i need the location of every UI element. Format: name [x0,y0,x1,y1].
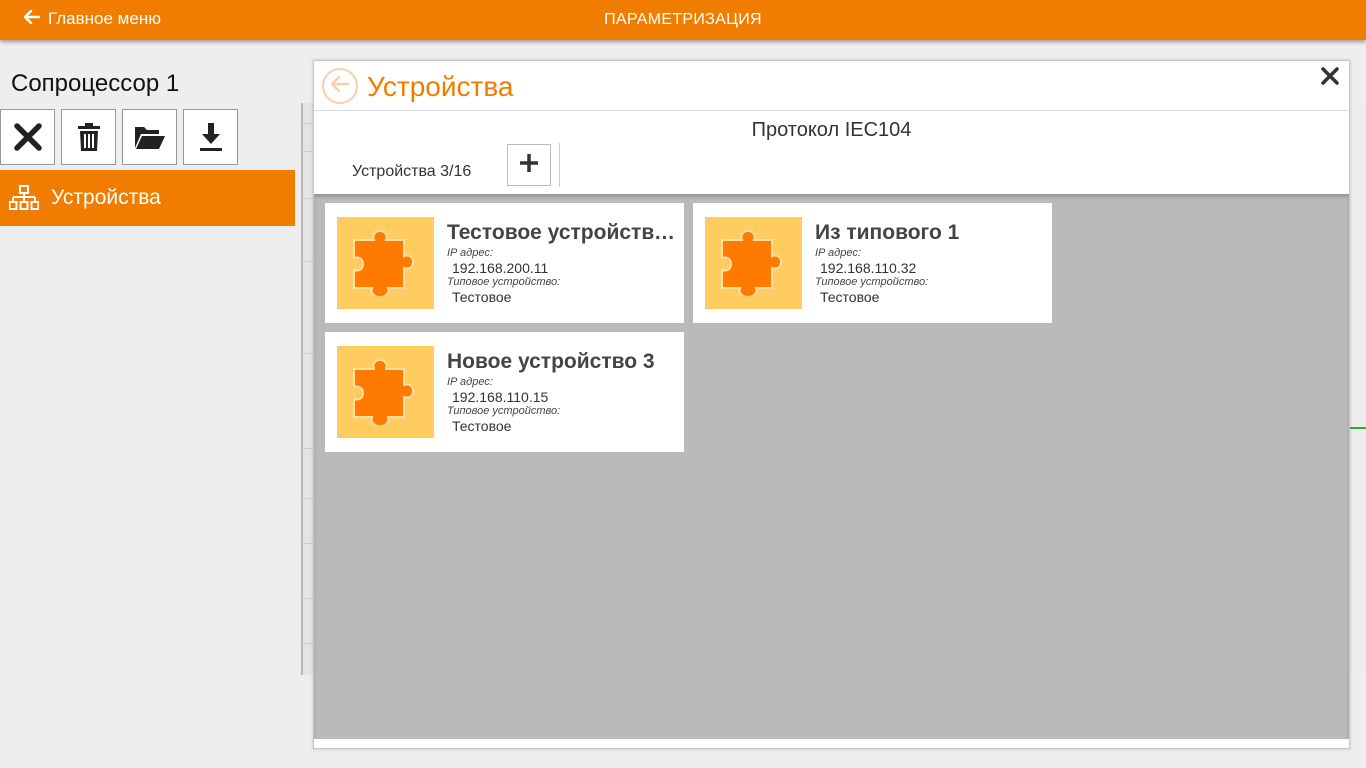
sitemap-icon [9,185,39,211]
puzzle-icon [350,355,422,430]
puzzle-icon [718,226,790,301]
main-menu-back-button[interactable]: Главное меню [23,0,161,37]
dialog-back-button[interactable] [322,68,358,104]
close-icon [13,122,43,152]
download-button[interactable] [183,109,238,165]
dialog-close-button[interactable] [1319,66,1341,90]
sidebar-item-devices[interactable]: Устройства [0,170,295,226]
plus-icon [519,153,539,178]
devices-dialog: Устройства Протокол IEC104 Устройства 3/… [313,60,1350,749]
ip-label: IP адрес: [447,376,493,388]
device-thumbnail [337,346,434,438]
ip-label: IP адрес: [815,247,861,259]
type-label: Типовое устройство: [815,276,929,288]
type-value: Тестовое [452,418,512,434]
page-title: ПАРАМЕТРИЗАЦИЯ [604,11,762,28]
remove-button[interactable] [0,109,55,165]
divider [559,143,560,187]
top-bar: Главное меню ПАРАМЕТРИЗАЦИЯ [0,0,1366,40]
device-name: Из типового 1 [815,221,960,244]
open-button[interactable] [122,109,177,165]
folder-open-icon [134,124,166,150]
dialog-title: Устройства [367,71,514,102]
download-icon [198,122,224,152]
sidebar-item-label: Устройства [51,186,161,209]
sidebar-toolbar [0,109,244,165]
type-label: Типовое устройство: [447,276,561,288]
devices-count: Устройства 3/16 [352,163,472,180]
dialog-header: Устройства [314,61,1349,111]
ip-value: 192.168.110.15 [452,389,549,405]
device-thumbnail [337,217,434,309]
background-panel [301,103,315,675]
delete-button[interactable] [61,109,116,165]
protocol-label: Протокол IEC104 [751,119,912,141]
device-thumbnail [705,217,802,309]
main-menu-label: Главное меню [48,8,161,28]
device-card[interactable]: Новое устройство 3 IP адрес: 192.168.110… [325,332,684,452]
puzzle-icon [350,226,422,301]
device-card[interactable]: Из типового 1 IP адрес: 192.168.110.32 Т… [693,203,1052,323]
add-device-button[interactable] [507,144,551,186]
ip-label: IP адрес: [447,247,493,259]
type-label: Типовое устройство: [447,405,561,417]
devices-grid: Тестовое устройство 1 IP адрес: 192.168.… [314,194,1349,739]
background-panel-right [1349,103,1366,675]
device-name: Тестовое устройство 1 [447,221,677,244]
coprocessor-title: Сопроцессор 1 [11,70,180,97]
close-icon [1321,66,1339,90]
type-value: Тестовое [820,289,880,305]
device-card[interactable]: Тестовое устройство 1 IP адрес: 192.168.… [325,203,684,323]
device-name: Новое устройство 3 [447,350,655,373]
ip-value: 192.168.110.32 [820,260,917,276]
trash-icon [77,122,101,152]
ip-value: 192.168.200.11 [452,260,549,276]
arrow-left-icon [23,8,41,29]
type-value: Тестовое [452,289,512,305]
arrow-left-icon [330,75,350,98]
